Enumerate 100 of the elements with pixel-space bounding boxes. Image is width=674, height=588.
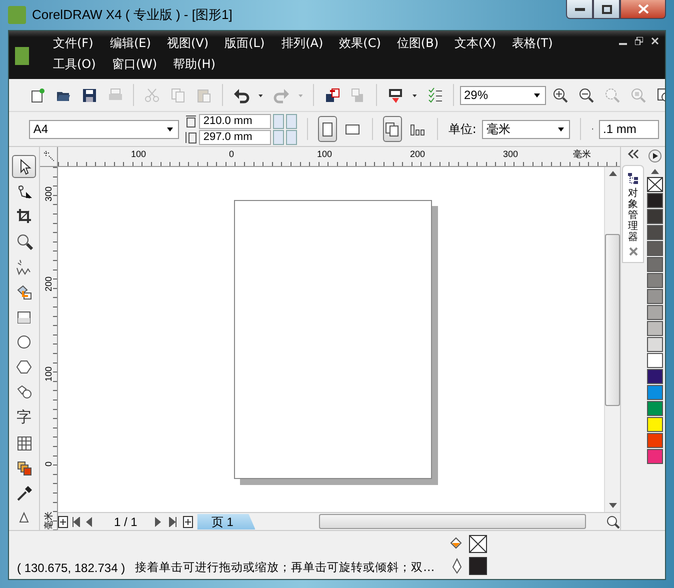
rectangle-icon [16, 308, 32, 326]
new-document-icon[interactable] [28, 86, 46, 104]
docker-tab-label: 对象管理器 [628, 188, 638, 243]
cursor-coordinates: ( 130.675, 182.734 ) [17, 561, 126, 575]
maximize-icon [602, 4, 612, 14]
ruler-label: 毫米 [42, 511, 54, 529]
last-page-icon[interactable] [169, 516, 180, 528]
zoom-out-icon[interactable] [578, 86, 594, 104]
scroll-down-icon[interactable] [608, 503, 616, 508]
close-button[interactable] [620, 0, 666, 19]
undo-icon[interactable] [232, 86, 250, 104]
close-icon [638, 4, 648, 14]
menu-item[interactable]: 编辑(E) [102, 35, 159, 52]
zoom-icon[interactable] [606, 514, 620, 528]
text-tool[interactable]: 字 [12, 406, 36, 430]
color-swatch[interactable] [647, 385, 663, 400]
color-swatch[interactable] [647, 273, 663, 288]
import-icon[interactable] [324, 86, 340, 104]
hexagon-icon [16, 359, 32, 376]
table-icon [16, 434, 32, 452]
color-swatch[interactable] [647, 321, 663, 336]
menu-item[interactable]: 窗口(W) [104, 56, 166, 73]
ruler-label: 0 [44, 462, 54, 466]
nudge-field[interactable]: .1 mm [599, 120, 659, 138]
stacked-squares-icon [16, 460, 32, 477]
menu-item[interactable]: 排列(A) [274, 35, 332, 52]
document-logo-icon [15, 47, 29, 65]
height-field[interactable]: 297.0 mm [199, 130, 272, 144]
color-swatch[interactable] [647, 241, 663, 256]
menu-item[interactable]: 文本(X) [446, 35, 504, 52]
menu-item[interactable]: 工具(O) [45, 56, 104, 73]
add-page-icon[interactable] [58, 516, 68, 528]
window-title: CorelDRAW X4 ( 专业版 ) - [图形1] [32, 6, 234, 24]
fill-bucket-icon [16, 284, 32, 301]
menu-item[interactable]: 版面(L) [216, 35, 274, 52]
first-page-icon[interactable] [72, 516, 82, 528]
color-swatch[interactable] [647, 289, 663, 304]
add-page-icon[interactable] [183, 516, 194, 528]
vertical-scrollbar[interactable] [604, 167, 620, 512]
color-swatch[interactable] [647, 257, 663, 272]
zoom-in-icon[interactable] [552, 86, 568, 104]
scroll-up-icon[interactable] [651, 169, 659, 174]
all-pages-button[interactable] [383, 116, 402, 142]
palette-menu-icon[interactable] [648, 149, 662, 163]
color-swatch[interactable] [647, 369, 663, 384]
save-icon[interactable] [80, 86, 98, 104]
collapse-icon[interactable] [627, 149, 639, 159]
ruler-origin[interactable] [40, 147, 58, 167]
ruler-label: 0 [228, 148, 235, 161]
minimize-icon [574, 8, 584, 10]
tool-button[interactable] [12, 155, 36, 178]
portrait-button[interactable] [318, 116, 338, 142]
checklist-icon[interactable] [426, 86, 444, 104]
crosshair-icon [44, 151, 54, 161]
scroll-up-icon[interactable] [608, 171, 616, 176]
close-icon[interactable] [651, 37, 659, 45]
ruler-label: 200 [44, 276, 54, 292]
page-tab[interactable]: 页 1 [197, 514, 256, 530]
color-swatch[interactable] [647, 417, 663, 432]
width-icon [185, 114, 198, 128]
shape-node-icon [16, 183, 32, 200]
color-swatch[interactable] [647, 449, 663, 464]
units-label: 单位: [448, 120, 476, 138]
restore-icon[interactable] [635, 37, 643, 45]
minimize-button[interactable] [566, 0, 593, 19]
page-counter: 1 / 1 [113, 514, 138, 528]
color-swatch[interactable] [647, 401, 663, 416]
color-swatch[interactable] [647, 433, 663, 448]
color-swatch[interactable] [647, 305, 663, 320]
ruler-label: 毫米 [572, 148, 592, 161]
ruler-label: 200 [408, 148, 426, 161]
monitor-icon[interactable] [386, 86, 404, 104]
paper-size-dropdown[interactable]: A4 [29, 120, 180, 138]
horizontal-scrollbar[interactable] [319, 514, 586, 529]
menu-item[interactable]: 视图(V) [159, 35, 217, 52]
zoom-level-dropdown[interactable]: 29% [460, 86, 546, 104]
squiggle-icon [16, 258, 32, 276]
magnifier-icon [16, 233, 32, 250]
color-swatch[interactable] [647, 209, 663, 224]
color-swatch[interactable] [647, 193, 663, 208]
menu-item[interactable]: 文件(F) [45, 35, 102, 52]
menu-item[interactable]: 效果(C) [331, 35, 389, 52]
color-swatch[interactable] [647, 353, 663, 368]
ruler-label: 300 [44, 186, 54, 202]
app-logo-icon [8, 6, 26, 24]
docker-tab[interactable]: 对象管理器 [622, 165, 644, 263]
status-message: 接着单击可进行拖动或缩放；再单击可旋转或倾斜；双… [135, 560, 436, 575]
menu-item[interactable]: 位图(B) [388, 35, 447, 52]
crop-icon [16, 208, 32, 226]
width-field[interactable]: 210.0 mm [199, 114, 272, 128]
color-swatch[interactable] [647, 225, 663, 240]
hierarchy-icon [627, 172, 639, 184]
ruler-label: 300 [502, 148, 520, 161]
color-swatch[interactable] [647, 337, 663, 352]
maximize-button[interactable] [593, 0, 620, 19]
units-dropdown[interactable]: 毫米 [482, 120, 570, 138]
ruler-label: 100 [44, 366, 54, 382]
menu-item[interactable]: 表格(T) [504, 35, 562, 52]
menu-item[interactable]: 帮助(H) [165, 56, 224, 73]
eyedropper-icon [16, 484, 32, 502]
